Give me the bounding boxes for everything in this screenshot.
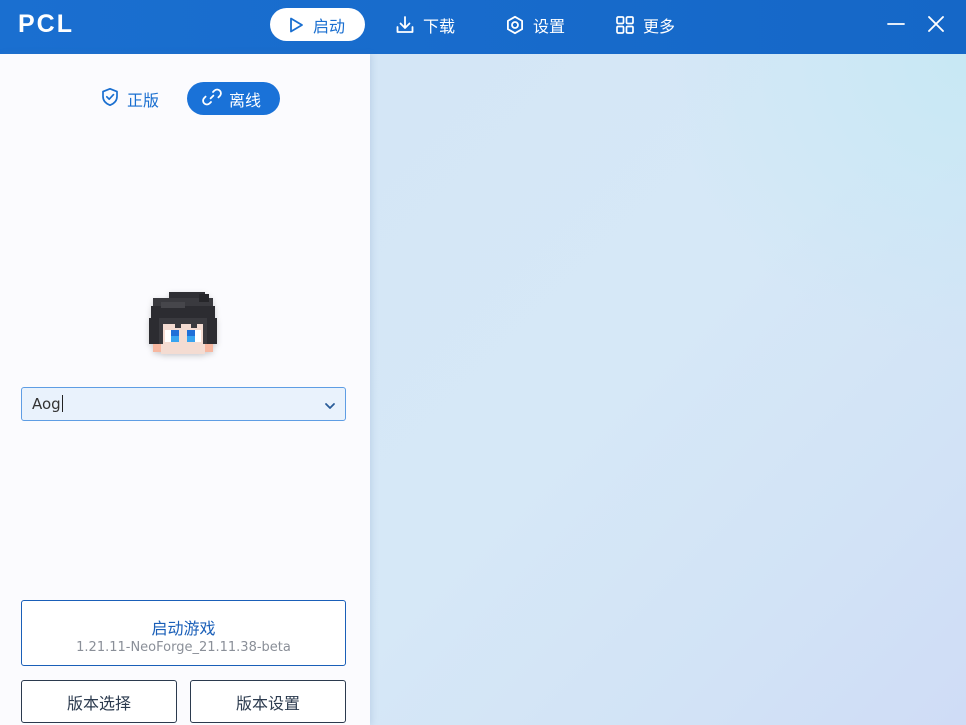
tab-official[interactable]: 正版: [92, 82, 174, 115]
player-head-icon: [147, 292, 219, 356]
nav-settings-label: 设置: [533, 16, 566, 36]
launch-game-label: 启动游戏: [151, 619, 216, 638]
close-icon: [927, 15, 945, 37]
minimize-icon: [887, 15, 905, 37]
launch-game-button[interactable]: 启动游戏 1.21.11-NeoForge_21.11.38-beta: [21, 600, 346, 666]
minimize-button[interactable]: [882, 12, 910, 40]
link-icon: [202, 87, 222, 111]
nav-launch-label: 启动: [313, 16, 346, 36]
nav-launch[interactable]: 启动: [270, 8, 365, 41]
play-icon: [287, 16, 305, 34]
launch-version-label: 1.21.11-NeoForge_21.11.38-beta: [76, 640, 291, 655]
title-bar[interactable]: PCL 启动 下载 设置 更多: [0, 0, 966, 54]
username-combobox[interactable]: Aog: [21, 387, 346, 421]
grid-icon: [615, 15, 635, 35]
tab-offline[interactable]: 离线: [187, 82, 280, 115]
username-text: Aog: [32, 395, 61, 413]
tab-official-label: 正版: [127, 90, 160, 110]
username-input[interactable]: Aog: [32, 395, 63, 413]
chevron-down-icon[interactable]: [323, 398, 337, 412]
launch-panel: 正版 离线 Aog 启动游戏 1.21.11-NeoForge_21.11.38…: [0, 54, 370, 725]
text-caret: [61, 395, 63, 412]
nav-download-label: 下载: [423, 16, 456, 36]
gear-icon: [505, 15, 525, 35]
main-background-area: [370, 54, 966, 725]
nav-more-label: 更多: [643, 16, 676, 36]
nav-settings[interactable]: 设置: [495, 8, 585, 41]
shield-check-icon: [100, 87, 120, 111]
close-button[interactable]: [922, 12, 950, 40]
pcl-launcher-window: PCL 启动 下载 设置 更多 正版 离线 Aog 启动游戏 1.21.11-N…: [0, 0, 966, 725]
download-icon: [395, 15, 415, 35]
version-select-button[interactable]: 版本选择: [21, 680, 177, 723]
nav-download[interactable]: 下载: [385, 8, 475, 41]
version-settings-button[interactable]: 版本设置: [190, 680, 346, 723]
app-logo: PCL: [18, 10, 74, 38]
tab-offline-label: 离线: [229, 90, 262, 110]
nav-more[interactable]: 更多: [605, 8, 695, 41]
